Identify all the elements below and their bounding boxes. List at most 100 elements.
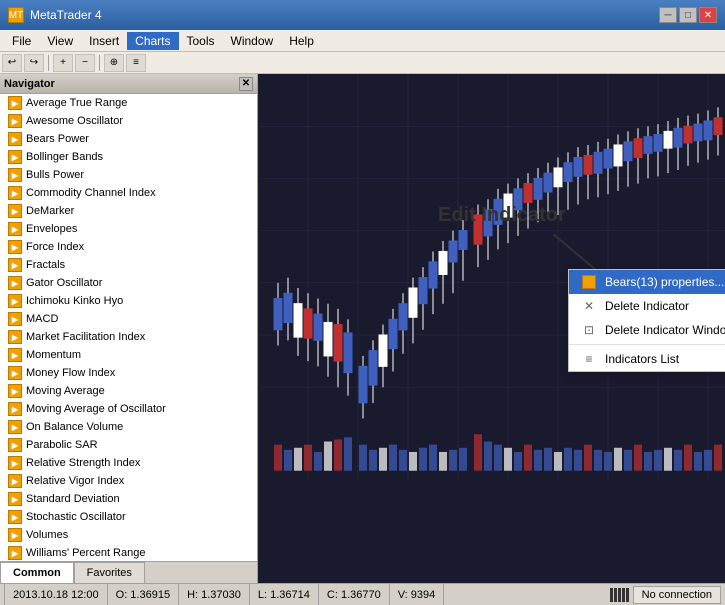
nav-item[interactable]: ▶Moving Average bbox=[0, 382, 257, 400]
context-menu: Bears(13) properties... ✕ Delete Indicat… bbox=[568, 269, 725, 372]
menu-insert[interactable]: Insert bbox=[81, 32, 127, 50]
nav-item[interactable]: ▶ Standard Deviation bbox=[0, 490, 257, 508]
toolbar-btn-4[interactable]: − bbox=[75, 54, 95, 72]
navigator-header: Navigator ✕ bbox=[0, 74, 257, 94]
signal-bar-4 bbox=[622, 588, 625, 602]
navigator-tabs: Common Favorites bbox=[0, 561, 257, 583]
tab-favorites[interactable]: Favorites bbox=[74, 562, 145, 583]
tab-common[interactable]: Common bbox=[0, 562, 74, 583]
indicator-label: Money Flow Index bbox=[26, 367, 115, 379]
nav-item[interactable]: ▶Relative Vigor Index bbox=[0, 472, 257, 490]
indicator-label: Bollinger Bands bbox=[26, 151, 103, 163]
indicator-label: Force Index bbox=[26, 241, 84, 253]
toolbar-btn-6[interactable]: ≡ bbox=[126, 54, 146, 72]
toolbar-btn-3[interactable]: + bbox=[53, 54, 73, 72]
nav-item[interactable]: ▶On Balance Volume bbox=[0, 418, 257, 436]
indicator-icon: ▶ bbox=[8, 456, 22, 470]
indicator-icon: ▶ bbox=[8, 240, 22, 254]
nav-item[interactable]: ▶Fractals bbox=[0, 256, 257, 274]
nav-item[interactable]: ▶ Bears Power bbox=[0, 130, 257, 148]
indicator-icon: ▶ bbox=[8, 366, 22, 380]
nav-item[interactable]: ▶ Money Flow Index bbox=[0, 364, 257, 382]
nav-item[interactable]: ▶Commodity Channel Index bbox=[0, 184, 257, 202]
nav-item[interactable]: ▶Williams' Percent Range bbox=[0, 544, 257, 561]
status-open: O: 1.36915 bbox=[108, 584, 179, 605]
indicator-label: Moving Average of Oscillator bbox=[26, 403, 166, 415]
nav-item[interactable]: ▶Average True Range bbox=[0, 94, 257, 112]
status-close: C: 1.36770 bbox=[319, 584, 390, 605]
indicator-label: MACD bbox=[26, 313, 58, 325]
nav-item[interactable]: ▶Parabolic SAR bbox=[0, 436, 257, 454]
nav-item[interactable]: ▶ Relative Strength Index bbox=[0, 454, 257, 472]
toolbar-btn-5[interactable]: ⊕ bbox=[104, 54, 124, 72]
indicator-icon: ▶ bbox=[8, 492, 22, 506]
nav-item[interactable]: ▶Bollinger Bands bbox=[0, 148, 257, 166]
context-menu-separator bbox=[569, 344, 725, 345]
context-menu-item-label-3: Delete Indicator Window bbox=[605, 323, 725, 337]
nav-item[interactable]: ▶ MACD bbox=[0, 310, 257, 328]
indicator-label: Average True Range bbox=[26, 97, 127, 109]
indicator-label: Moving Average bbox=[26, 385, 105, 397]
nav-item[interactable]: ▶ Force Index bbox=[0, 238, 257, 256]
nav-item[interactable]: ▶ Moving Average of Oscillator bbox=[0, 400, 257, 418]
navigator-close-button[interactable]: ✕ bbox=[239, 77, 253, 91]
indicator-label: Standard Deviation bbox=[26, 493, 120, 505]
menu-tools[interactable]: Tools bbox=[179, 32, 223, 50]
main-area: Navigator ✕ ▶Average True Range▶Awesome … bbox=[0, 74, 725, 583]
context-menu-indicators-list[interactable]: ≡ Indicators List Ctrl+I bbox=[569, 347, 725, 371]
indicator-label: Gator Oscillator bbox=[26, 277, 102, 289]
indicator-label: Relative Strength Index bbox=[26, 457, 140, 469]
indicator-icon: ▶ bbox=[8, 114, 22, 128]
nav-item[interactable]: ▶Bulls Power bbox=[0, 166, 257, 184]
menu-window[interactable]: Window bbox=[223, 32, 282, 50]
status-high: H: 1.37030 bbox=[179, 584, 250, 605]
nav-item[interactable]: ▶Volumes bbox=[0, 526, 257, 544]
nav-item[interactable]: ▶Stochastic Oscillator bbox=[0, 508, 257, 526]
indicator-icon: ▶ bbox=[8, 276, 22, 290]
menu-charts[interactable]: Charts bbox=[127, 32, 178, 50]
indicator-icon: ▶ bbox=[8, 222, 22, 236]
title-bar: MT MetaTrader 4 ─ □ ✕ bbox=[0, 0, 725, 30]
status-datetime: 2013.10.18 12:00 bbox=[4, 584, 108, 605]
indicator-label: Stochastic Oscillator bbox=[26, 511, 126, 523]
maximize-button[interactable]: □ bbox=[679, 7, 697, 23]
context-menu-item-label-1: Bears(13) properties... bbox=[605, 275, 724, 289]
indicator-icon: ▶ bbox=[8, 546, 22, 560]
minimize-button[interactable]: ─ bbox=[659, 7, 677, 23]
status-connection: No connection bbox=[633, 586, 721, 604]
indicator-icon: ▶ bbox=[8, 312, 22, 326]
indicator-icon: ▶ bbox=[8, 474, 22, 488]
toolbar-btn-1[interactable]: ↩ bbox=[2, 54, 22, 72]
menu-file[interactable]: File bbox=[4, 32, 39, 50]
nav-item[interactable]: ▶Market Facilitation Index bbox=[0, 328, 257, 346]
toolbar-separator-2 bbox=[99, 55, 100, 71]
close-button[interactable]: ✕ bbox=[699, 7, 717, 23]
nav-item[interactable]: ▶ Envelopes bbox=[0, 220, 257, 238]
menu-bar: File View Insert Charts Tools Window Hel… bbox=[0, 30, 725, 52]
indicator-label: Fractals bbox=[26, 259, 65, 271]
nav-item[interactable]: ▶Ichimoku Kinko Hyo bbox=[0, 292, 257, 310]
indicator-label: Envelopes bbox=[26, 223, 77, 235]
indicator-icon: ▶ bbox=[8, 402, 22, 416]
indicator-icon: ▶ bbox=[8, 204, 22, 218]
nav-item[interactable]: ▶Awesome Oscillator bbox=[0, 112, 257, 130]
signal-bar-2 bbox=[614, 588, 617, 602]
status-bar: 2013.10.18 12:00 O: 1.36915 H: 1.37030 L… bbox=[0, 583, 725, 605]
navigator-body[interactable]: ▶Average True Range▶Awesome Oscillator▶B… bbox=[0, 94, 257, 561]
context-menu-delete-indicator[interactable]: ✕ Delete Indicator bbox=[569, 294, 725, 318]
indicator-label: Bears Power bbox=[26, 133, 89, 145]
menu-help[interactable]: Help bbox=[281, 32, 322, 50]
menu-view[interactable]: View bbox=[39, 32, 81, 50]
nav-item[interactable]: ▶DeMarker bbox=[0, 202, 257, 220]
toolbar-btn-2[interactable]: ↪ bbox=[24, 54, 44, 72]
navigator-panel: Navigator ✕ ▶Average True Range▶Awesome … bbox=[0, 74, 258, 583]
indicator-icon: ▶ bbox=[8, 132, 22, 146]
app-icon: MT bbox=[8, 7, 24, 23]
indicator-label: Bulls Power bbox=[26, 169, 84, 181]
context-menu-bears-properties[interactable]: Bears(13) properties... bbox=[569, 270, 725, 294]
nav-item[interactable]: ▶Momentum bbox=[0, 346, 257, 364]
nav-item[interactable]: ▶ Gator Oscillator bbox=[0, 274, 257, 292]
indicator-icon: ▶ bbox=[8, 348, 22, 362]
context-menu-delete-indicator-window[interactable]: ⊡ Delete Indicator Window bbox=[569, 318, 725, 342]
chart-area[interactable]: Edit Indicator Bears(13) properties... ✕… bbox=[258, 74, 725, 583]
